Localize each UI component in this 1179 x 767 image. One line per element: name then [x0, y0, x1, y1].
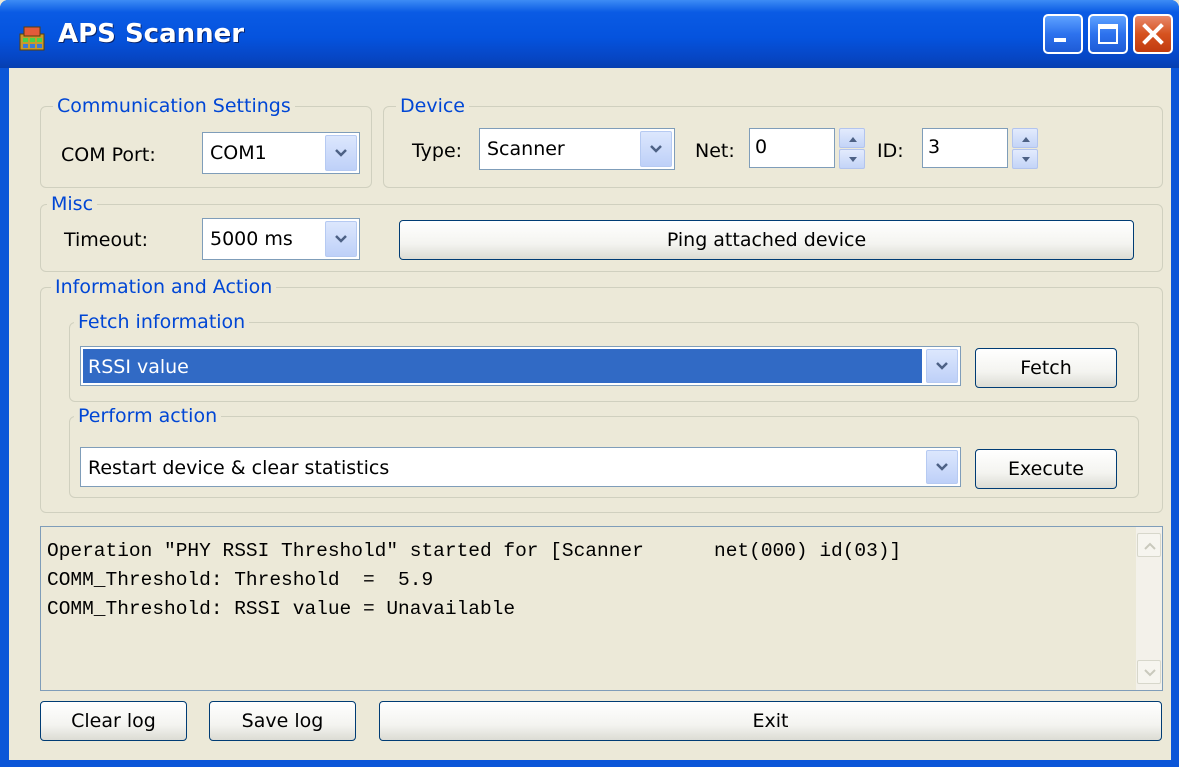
scroll-up-button[interactable] — [1137, 533, 1161, 557]
spin-up-icon — [849, 137, 857, 142]
minimize-button[interactable] — [1043, 14, 1083, 54]
perform-action-select[interactable]: Restart device & clear statistics — [80, 447, 961, 487]
chevron-down-icon — [650, 145, 662, 153]
log-scrollbar[interactable] — [1136, 527, 1162, 690]
chevron-down-icon — [936, 463, 948, 471]
log-line: COMM_Threshold: Threshold = 5.9 — [47, 569, 434, 591]
fetch-information-value: RSSI value — [83, 349, 922, 383]
type-label: Type: — [412, 140, 463, 162]
id-label: ID: — [877, 140, 904, 162]
chevron-up-icon — [1144, 542, 1156, 550]
perform-action-legend: Perform action — [74, 405, 222, 427]
log-line: Operation "PHY RSSI Threshold" started f… — [47, 540, 902, 562]
save-log-button[interactable]: Save log — [209, 701, 356, 741]
dialog-body: Communication Settings COM Port: COM1 De… — [9, 68, 1171, 760]
timeout-dropdown-button[interactable] — [325, 221, 357, 257]
id-spin-down-button[interactable] — [1012, 149, 1038, 169]
device-type-dropdown-button[interactable] — [640, 131, 672, 167]
log-lines: Operation "PHY RSSI Threshold" started f… — [47, 537, 901, 624]
clear-log-button[interactable]: Clear log — [40, 701, 187, 741]
timeout-select[interactable]: 5000 ms — [202, 218, 360, 260]
id-spinner[interactable] — [1012, 128, 1038, 169]
log-output[interactable]: Operation "PHY RSSI Threshold" started f… — [40, 526, 1163, 691]
spin-up-icon — [1022, 137, 1030, 142]
id-input[interactable]: 3 — [922, 128, 1008, 168]
spin-down-icon — [849, 157, 857, 162]
app-icon — [19, 26, 45, 51]
net-spinner[interactable] — [839, 128, 865, 169]
ping-device-button[interactable]: Ping attached device — [399, 220, 1134, 260]
fetch-information-dropdown-button[interactable] — [926, 349, 958, 383]
chevron-down-icon — [1144, 669, 1156, 677]
net-value: 0 — [755, 136, 768, 158]
title-bar[interactable]: APS Scanner — [0, 0, 1179, 68]
com-port-select[interactable]: COM1 — [202, 132, 360, 174]
log-line: COMM_Threshold: RSSI value = Unavailable — [47, 598, 516, 620]
timeout-label: Timeout: — [64, 229, 149, 251]
net-input[interactable]: 0 — [749, 128, 835, 168]
execute-button[interactable]: Execute — [975, 449, 1117, 489]
net-spin-down-button[interactable] — [839, 149, 865, 169]
app-window: APS Scanner Communication Settings COM P… — [0, 0, 1179, 767]
fetch-information-legend: Fetch information — [74, 311, 250, 333]
perform-action-value: Restart device & clear statistics — [88, 457, 390, 479]
id-value: 3 — [928, 136, 941, 158]
close-button[interactable] — [1133, 14, 1173, 54]
spin-down-icon — [1022, 157, 1030, 162]
communication-settings-legend: Communication Settings — [53, 95, 295, 117]
scroll-down-button[interactable] — [1137, 660, 1161, 684]
exit-button[interactable]: Exit — [379, 701, 1162, 741]
id-spin-up-button[interactable] — [1012, 128, 1038, 148]
fetch-button[interactable]: Fetch — [975, 348, 1117, 388]
chevron-down-icon — [936, 362, 948, 370]
device-type-value: Scanner — [487, 138, 565, 160]
maximize-icon — [1098, 24, 1118, 44]
device-legend: Device — [396, 95, 469, 117]
timeout-value: 5000 ms — [210, 228, 293, 250]
perform-action-dropdown-button[interactable] — [926, 450, 958, 484]
com-port-value: COM1 — [210, 142, 267, 164]
chevron-down-icon — [335, 149, 347, 157]
fetch-information-select[interactable]: RSSI value — [80, 346, 961, 386]
misc-legend: Misc — [47, 193, 98, 215]
net-label: Net: — [695, 140, 735, 162]
window-title: APS Scanner — [58, 19, 245, 49]
device-type-select[interactable]: Scanner — [479, 128, 675, 170]
net-spin-up-button[interactable] — [839, 128, 865, 148]
com-port-label: COM Port: — [61, 144, 156, 166]
close-icon — [1142, 23, 1164, 45]
information-action-legend: Information and Action — [51, 276, 277, 298]
minimize-icon — [1054, 38, 1066, 42]
com-port-dropdown-button[interactable] — [325, 135, 357, 171]
maximize-button[interactable] — [1088, 14, 1128, 54]
chevron-down-icon — [335, 235, 347, 243]
